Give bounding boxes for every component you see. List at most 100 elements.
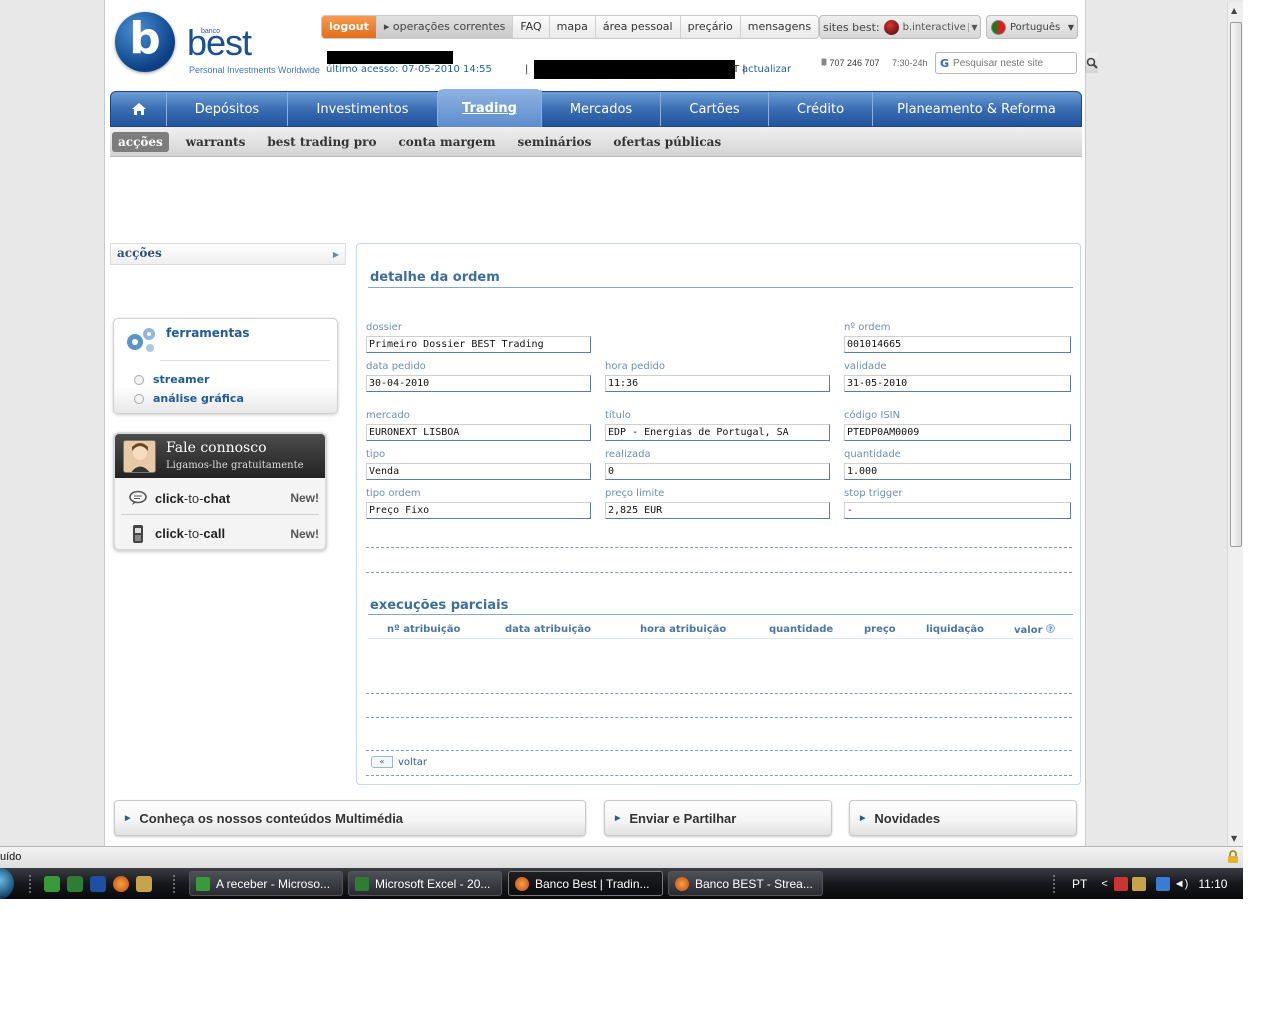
divider — [368, 287, 1073, 288]
search-icon — [1086, 57, 1098, 69]
windows-taskbar: A receber - Microso... Microsoft Excel -… — [0, 868, 1243, 899]
field-type: tipo Venda — [366, 449, 591, 480]
padlock-icon[interactable] — [1227, 850, 1239, 867]
subnav-seminars[interactable]: seminários — [507, 132, 603, 152]
volume-icon[interactable]: ◄) — [1174, 878, 1189, 890]
subnav-shares[interactable]: acções — [112, 131, 169, 152]
logout-button[interactable]: logout — [322, 16, 376, 38]
phone-number-text: 707 246 707 — [829, 58, 880, 68]
taskbar-item-firefox-trading[interactable]: Banco Best | Tradin... — [508, 871, 663, 896]
click-to-chat-button[interactable]: click-to-chat New! — [121, 482, 319, 515]
site-search: G — [935, 52, 1099, 74]
redacted-account-info — [534, 60, 735, 79]
logo-wordmark: best — [187, 22, 252, 63]
nav-tab-markets[interactable]: Mercados — [542, 92, 661, 126]
field-value: - — [844, 502, 1071, 519]
bank-logo[interactable]: b — [115, 12, 175, 72]
redacted-username — [327, 51, 453, 64]
field-validity: validade 31-05-2010 — [844, 361, 1071, 392]
divider — [366, 572, 1072, 573]
outlook-quicklaunch-icon[interactable] — [44, 876, 60, 892]
back-button[interactable]: « voltar — [371, 756, 427, 768]
word-quicklaunch-icon[interactable] — [90, 876, 106, 892]
field-label: tipo ordem — [366, 488, 421, 499]
chevron-down-icon[interactable]: ▼ — [968, 22, 980, 32]
scroll-down-icon[interactable]: ▼ — [1231, 834, 1237, 843]
faq-link[interactable]: FAQ — [512, 16, 548, 38]
field-value: 11:36 — [605, 375, 830, 392]
taskbar-item-outlook[interactable]: A receber - Microso... — [189, 871, 343, 896]
subnav-public-offers[interactable]: ofertas públicas — [602, 132, 732, 152]
nav-tab-trading[interactable]: Trading — [438, 87, 542, 128]
network-icon[interactable] — [1155, 876, 1170, 891]
excel-quicklaunch-icon[interactable] — [67, 876, 83, 892]
chevron-right-icon: ▶ — [615, 815, 621, 822]
sites-selector[interactable]: sites best: b.interactive ▼ — [819, 15, 981, 39]
field-limit-price: preço limite 2,825 EUR — [605, 488, 830, 519]
messages-link[interactable]: mensagens — [739, 16, 818, 38]
field-order-type: tipo ordem Preço Fixo — [366, 488, 591, 519]
nav-tab-planning[interactable]: Planeamento & Reforma — [873, 92, 1080, 126]
task-label: A receber - Microso... — [216, 876, 331, 891]
streamer-link[interactable]: streamer — [134, 373, 209, 386]
tray-app-icon[interactable] — [1131, 876, 1146, 891]
chat-label-a: click — [155, 490, 184, 506]
taskbar-item-firefox-streamer[interactable]: Banco BEST - Strea... — [668, 871, 823, 896]
divider — [366, 547, 1072, 548]
home-button[interactable] — [111, 92, 167, 126]
pricing-link[interactable]: preçário — [679, 16, 740, 38]
field-value: 2,825 EUR — [605, 502, 830, 519]
chevron-down-icon[interactable]: ▼ — [1065, 23, 1077, 32]
share-box[interactable]: ▶ Enviar e Partilhar — [604, 800, 832, 836]
news-box[interactable]: ▶ Novidades — [849, 800, 1077, 836]
system-tray: PT < ◄) 11:10 — [1060, 868, 1227, 899]
nav-tab-credit[interactable]: Crédito — [769, 92, 873, 126]
taskbar-item-excel[interactable]: Microsoft Excel - 20... — [348, 871, 502, 896]
search-button[interactable] — [1085, 53, 1099, 73]
chart-analysis-link[interactable]: análise gráfica — [134, 392, 244, 405]
subnav-trading-pro[interactable]: best trading pro — [256, 132, 387, 152]
phone-icon — [821, 58, 827, 66]
nav-tab-investments[interactable]: Investimentos — [288, 92, 438, 126]
field-label: título — [605, 410, 631, 421]
web-page: b banco best Personal Investments Worldw… — [104, 0, 1099, 846]
svg-text:?: ? — [1049, 626, 1053, 633]
scroll-up-icon[interactable]: ▲ — [1231, 6, 1237, 15]
app-quicklaunch-icon[interactable] — [136, 876, 152, 892]
nav-tab-cards[interactable]: Cartões — [661, 92, 769, 126]
help-icon[interactable]: ? — [1045, 624, 1055, 633]
language-indicator[interactable]: PT — [1072, 877, 1087, 891]
divider — [368, 638, 1073, 639]
firefox-quicklaunch-icon[interactable] — [113, 876, 129, 892]
chevron-left-icon[interactable]: < — [1101, 878, 1107, 890]
grip — [172, 874, 176, 893]
logo-letter: b — [129, 13, 161, 64]
subnav-margin-account[interactable]: conta margem — [387, 132, 506, 152]
multimedia-box[interactable]: ▶ Conheça os nossos conteúdos Multimédia — [114, 800, 586, 836]
col-header-value-label: valor — [1014, 625, 1043, 636]
search-input[interactable] — [953, 57, 1086, 69]
sidebar-item-shares[interactable]: acções ▶ — [110, 243, 346, 265]
language-selector[interactable]: Português ▼ — [986, 15, 1078, 39]
sitemap-link[interactable]: mapa — [548, 16, 595, 38]
scrollbar-thumb[interactable] — [1230, 22, 1242, 547]
vertical-scrollbar[interactable]: ▲ ▼ — [1227, 2, 1243, 846]
bullet-icon — [134, 374, 144, 385]
refresh-link[interactable]: actualizar — [742, 64, 791, 75]
subnav-warrants[interactable]: warrants — [175, 132, 257, 152]
sub-nav: acções warrants best trading pro conta m… — [110, 127, 1082, 157]
clock[interactable]: 11:10 — [1198, 877, 1227, 891]
tools-box: ferramentas streamer análise gráfica — [113, 318, 338, 414]
personal-area-link[interactable]: área pessoal — [594, 16, 680, 38]
chart-analysis-label: análise gráfica — [153, 392, 244, 405]
call-label-b: -to- — [183, 526, 204, 541]
security-tray-icon[interactable] — [1113, 876, 1128, 891]
field-dossier: dossier Primeiro Dossier BEST Trading — [366, 322, 591, 353]
streamer-label: streamer — [153, 373, 210, 386]
field-value: PTEDP0AM0009 — [844, 424, 1071, 441]
col-header-price: preço — [864, 624, 896, 635]
nav-tab-deposits[interactable]: Depósitos — [167, 92, 288, 126]
current-operations-link[interactable]: ▸ operações correntes — [375, 16, 513, 38]
click-to-call-button[interactable]: click-to-call New! — [121, 517, 319, 549]
start-button[interactable] — [0, 868, 14, 899]
